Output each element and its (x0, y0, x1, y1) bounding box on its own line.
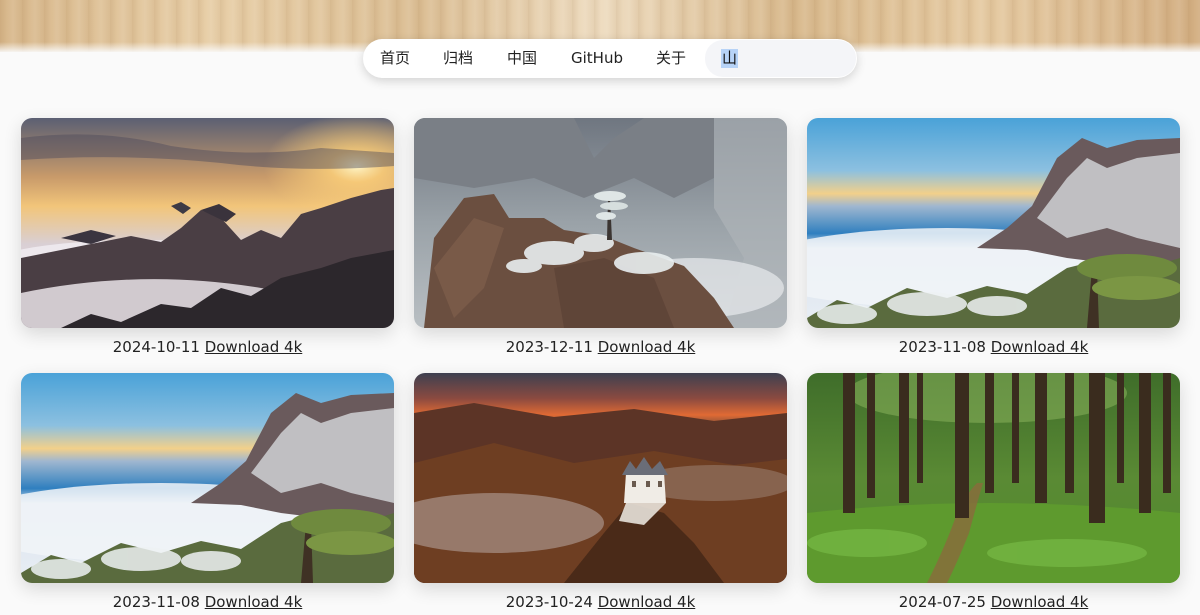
gallery-image[interactable] (807, 373, 1180, 583)
image-caption: 2023-12-11 Download 4k (414, 337, 787, 357)
forest-path-image (807, 373, 1180, 583)
search-box[interactable]: 山 (705, 40, 856, 77)
image-date: 2024-07-25 (898, 593, 986, 611)
download-4k-link[interactable]: Download 4k (205, 593, 303, 611)
search-input[interactable]: 山 (721, 49, 739, 68)
castle-hill-image (414, 373, 787, 583)
gallery-image[interactable] (807, 118, 1180, 328)
image-caption: 2023-10-24 Download 4k (414, 592, 787, 612)
image-caption: 2023-11-08 Download 4k (807, 337, 1180, 357)
nav-github[interactable]: GitHub (571, 39, 623, 78)
download-4k-link[interactable]: Download 4k (598, 593, 696, 611)
image-date: 2023-11-08 (112, 593, 200, 611)
download-4k-link[interactable]: Download 4k (598, 338, 696, 356)
download-4k-link[interactable]: Download 4k (205, 338, 303, 356)
snowy-peak-clouds-image (21, 373, 394, 583)
gallery-image[interactable] (21, 118, 394, 328)
nav-about[interactable]: 关于 (656, 39, 686, 78)
image-caption: 2024-07-25 Download 4k (807, 592, 1180, 612)
nav-home[interactable]: 首页 (380, 39, 410, 78)
nav-china[interactable]: 中国 (507, 39, 537, 78)
image-date: 2023-10-24 (505, 593, 593, 611)
image-caption: 2024-10-11 Download 4k (21, 337, 394, 357)
gallery-image[interactable] (414, 118, 787, 328)
image-date: 2023-11-08 (898, 338, 986, 356)
gallery-image[interactable] (414, 373, 787, 583)
nav-archive[interactable]: 归档 (443, 39, 473, 78)
gallery-image[interactable] (21, 373, 394, 583)
download-4k-link[interactable]: Download 4k (991, 593, 1089, 611)
image-date: 2023-12-11 (505, 338, 593, 356)
sunset-mountains-image (21, 118, 394, 328)
download-4k-link[interactable]: Download 4k (991, 338, 1089, 356)
image-date: 2024-10-11 (112, 338, 200, 356)
image-caption: 2023-11-08 Download 4k (21, 592, 394, 612)
snowy-peak-clouds-image (807, 118, 1180, 328)
rocky-peak-pine-image (414, 118, 787, 328)
